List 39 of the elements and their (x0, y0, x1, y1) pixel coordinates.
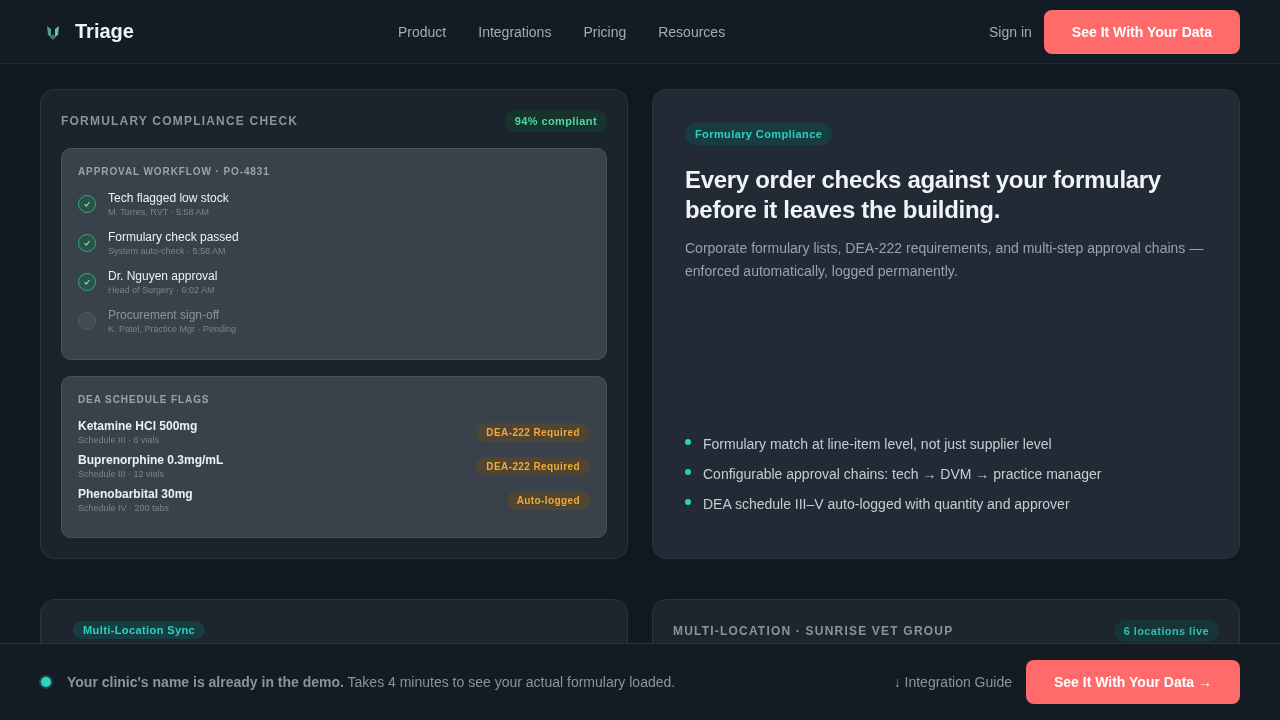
step-meta: M. Torres, RVT · 5:58 AM (108, 207, 211, 217)
step-label: Procurement sign-off (108, 308, 221, 322)
feature-tag: Formulary Compliance (685, 123, 833, 145)
drug-name: Buprenorphine 0.3mg/mL (78, 453, 224, 467)
nav-link[interactable]: Pricing (583, 23, 627, 40)
bullet-icon (685, 469, 691, 475)
feature-bullet: DEA schedule III–V auto-logged with quantity and approver (703, 496, 1070, 512)
nav-link[interactable]: Resources (658, 23, 726, 40)
nav-link[interactable]: Integrations (478, 23, 552, 40)
drug-name: Phenobarbital 30mg (78, 487, 193, 501)
step-label: Dr. Nguyen approval (108, 269, 218, 283)
feature-tag: Multi-Location Sync (73, 621, 206, 639)
panel-title: DEA SCHEDULE FLAGS (78, 394, 211, 405)
drug-name: Ketamine HCl 500mg (78, 419, 198, 433)
bullet-icon (685, 499, 691, 505)
status-dot-icon (39, 675, 53, 689)
flag-badge: DEA-222 Required (476, 422, 590, 442)
sign-in-link[interactable]: Sign in (989, 23, 1032, 40)
panel-title: APPROVAL WORKFLOW · PO-4831 (78, 166, 271, 177)
card-title: FORMULARY COMPLIANCE CHECK (61, 114, 299, 128)
card-title: MULTI-LOCATION · SUNRISE VET GROUP (673, 624, 954, 638)
feature-bullet: Formulary match at line-item level, not just supplier level (703, 436, 1052, 452)
locations-badge: 6 locations live (1113, 620, 1219, 642)
integration-guide-link[interactable]: ↓ Integration Guide (893, 674, 1012, 690)
step-meta: K. Patel, Practice Mgr · Pending (108, 324, 237, 334)
feature-description: Corporate formulary lists, DEA-222 requirements, and multi-step approval chains — enforced automatically, logged permanently. (685, 239, 1205, 281)
brand-name: Triage (75, 20, 134, 43)
step-meta: System auto-check · 5:58 AM (108, 246, 227, 256)
drug-meta: Schedule IV · 200 tabs (78, 503, 171, 513)
flag-badge: DEA-222 Required (476, 456, 590, 476)
compliance-badge: 94% compliant (504, 110, 607, 132)
demo-message: Your clinic's name is already in the demo. Takes 4 minutes to see your actual formulary loaded. (67, 674, 676, 690)
feature-heading: Every order checks against your formulary before it leaves the building. (685, 165, 1162, 225)
flag-badge: Auto-logged (506, 490, 590, 510)
step-label: Tech flagged low stock (108, 191, 229, 205)
step-label: Formulary check passed (108, 230, 239, 244)
feature-bullet: Configurable approval chains: tech → DVM → practice manager (703, 466, 1102, 482)
bullet-icon (685, 439, 691, 445)
nav-link[interactable]: Product (398, 23, 447, 40)
